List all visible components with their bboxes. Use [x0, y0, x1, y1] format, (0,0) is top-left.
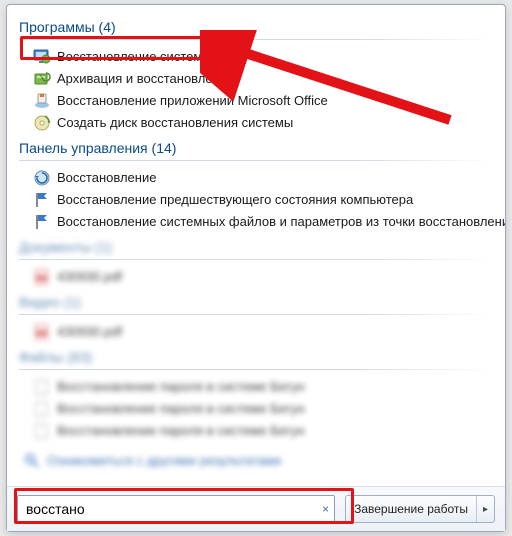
result-label: 430930.pdf [57, 323, 122, 341]
result-restore-previous-state[interactable]: Восстановление предшествующего состояния… [19, 189, 493, 211]
section-video-header: Видео (1) [19, 294, 493, 310]
result-restore[interactable]: Восстановление [19, 167, 493, 189]
result-document[interactable]: 430930.pdf [19, 266, 493, 288]
office-restore-icon [33, 92, 51, 110]
result-label: Восстановление предшествующего состояния… [57, 191, 413, 209]
result-backup-restore[interactable]: Архивация и восстановление [19, 68, 493, 90]
pdf-icon [33, 268, 51, 286]
search-input[interactable] [17, 495, 335, 523]
result-label: Восстановление системы [57, 48, 212, 66]
backup-restore-icon [33, 70, 51, 88]
search-wrap: × [17, 495, 335, 523]
disc-icon [33, 114, 51, 132]
blurred-results: Документы (1) 430930.pdf Видео (1) 43093… [19, 239, 493, 472]
system-restore-icon [33, 48, 51, 66]
more-results-label: Ознакомиться с другими результатами [47, 452, 281, 470]
result-label: Восстановление пароля в системе Бегун [57, 422, 305, 440]
result-file[interactable]: Восстановление пароля в системе Бегун [19, 376, 493, 398]
more-results-link[interactable]: Ознакомиться с другими результатами [19, 450, 493, 472]
divider [19, 369, 493, 370]
flag-icon [33, 191, 51, 209]
shutdown-menu-arrow[interactable]: ▸ [476, 496, 494, 522]
shutdown-main[interactable]: Завершение работы [346, 496, 476, 522]
result-label: 430930.pdf [57, 268, 122, 286]
result-video[interactable]: 430930.pdf [19, 321, 493, 343]
section-documents-header: Документы (1) [19, 239, 493, 255]
result-label: Создать диск восстановления системы [57, 114, 293, 132]
result-restore-system-files[interactable]: Восстановление системных файлов и параме… [19, 211, 493, 233]
result-label: Восстановление системных файлов и параме… [57, 213, 505, 231]
section-programs-header: Программы (4) [19, 19, 493, 35]
divider [19, 39, 493, 40]
result-label: Восстановление приложений Microsoft Offi… [57, 92, 328, 110]
divider [19, 160, 493, 161]
clear-search-icon[interactable]: × [322, 502, 329, 516]
pdf-icon [33, 323, 51, 341]
file-icon [33, 422, 51, 440]
result-label: Восстановление пароля в системе Бегун [57, 378, 305, 396]
start-menu-search-panel: Программы (4) Восстановление системы Арх… [6, 4, 506, 532]
result-file[interactable]: Восстановление пароля в системе Бегун [19, 398, 493, 420]
shutdown-button[interactable]: Завершение работы ▸ [345, 495, 495, 523]
footer-bar: × Завершение работы ▸ [7, 486, 505, 531]
result-office-restore[interactable]: Восстановление приложений Microsoft Offi… [19, 90, 493, 112]
section-control-panel-header: Панель управления (14) [19, 140, 493, 156]
result-label: Восстановление [57, 169, 156, 187]
file-icon [33, 400, 51, 418]
result-label: Восстановление пароля в системе Бегун [57, 400, 305, 418]
result-create-restore-disc[interactable]: Создать диск восстановления системы [19, 112, 493, 134]
divider [19, 259, 493, 260]
result-system-restore[interactable]: Восстановление системы [19, 46, 493, 68]
section-files-header: Файлы (83) [19, 349, 493, 365]
restore-icon [33, 169, 51, 187]
search-icon [23, 452, 41, 470]
file-icon [33, 378, 51, 396]
result-label: Архивация и восстановление [57, 70, 234, 88]
flag-icon [33, 213, 51, 231]
result-file[interactable]: Восстановление пароля в системе Бегун [19, 420, 493, 442]
divider [19, 314, 493, 315]
results-area: Программы (4) Восстановление системы Арх… [7, 5, 505, 486]
shutdown-label: Завершение работы [354, 502, 468, 516]
